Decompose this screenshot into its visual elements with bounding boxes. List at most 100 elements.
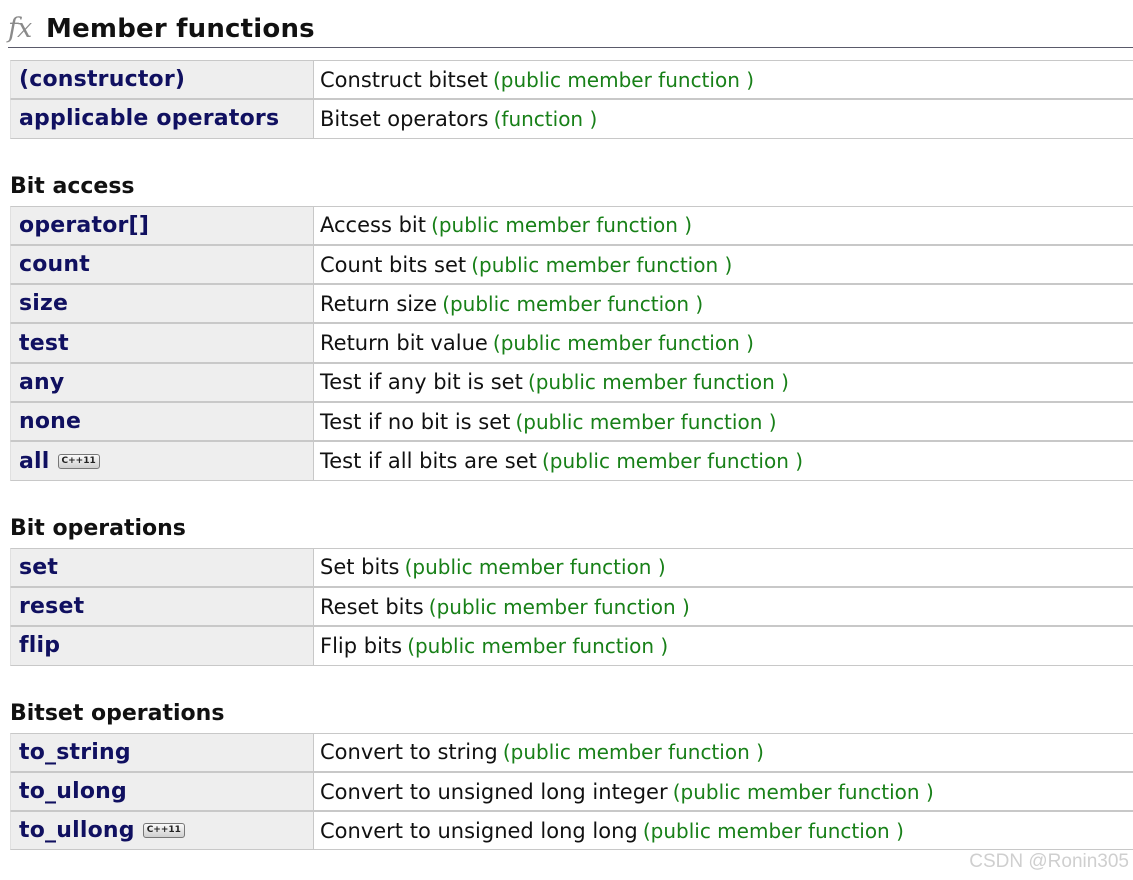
table-row: to_ullong C++11 Convert to unsigned long l… bbox=[10, 811, 1133, 851]
member-name-cell: test bbox=[10, 323, 313, 363]
member-name-cell: size bbox=[10, 284, 313, 324]
member-link[interactable]: to_ullong bbox=[19, 818, 135, 843]
member-functions-page: fx Member functions (constructor) Constru… bbox=[8, 0, 1133, 851]
member-link[interactable]: flip bbox=[19, 633, 60, 658]
member-description-cell: Convert to unsigned long integer (public… bbox=[314, 771, 1133, 812]
member-name-cell: set bbox=[10, 547, 313, 587]
member-name-cell: count bbox=[10, 244, 313, 285]
member-description: Bitset operators bbox=[320, 106, 489, 131]
member-name-cell: none bbox=[10, 402, 313, 442]
member-description-cell: Flip bits (public member function ) bbox=[314, 626, 1133, 666]
member-link[interactable]: count bbox=[19, 252, 90, 277]
members-table: set Set bits (public member function ) res… bbox=[10, 547, 1133, 666]
member-description-cell: Construct bitset (public member function… bbox=[314, 60, 1133, 100]
member-description-cell: Return size (public member function ) bbox=[314, 284, 1133, 324]
member-name-cell: (constructor) bbox=[10, 60, 313, 100]
member-kind: (function ) bbox=[493, 106, 598, 131]
members-table: to_string Convert to string (public membe… bbox=[10, 732, 1133, 851]
member-description: Test if no bit is set bbox=[320, 409, 511, 434]
members-table: (constructor) Construct bitset (public me… bbox=[10, 60, 1133, 139]
member-link[interactable]: all bbox=[19, 449, 50, 474]
section-title: Bit access bbox=[10, 173, 135, 199]
member-name-cell: to_ulong bbox=[10, 771, 313, 812]
member-link[interactable]: applicable operators bbox=[19, 106, 279, 131]
member-kind: (public member function ) bbox=[428, 594, 690, 619]
member-description: Construct bitset bbox=[320, 67, 488, 92]
cpp11-badge-icon: C++11 bbox=[142, 823, 185, 839]
member-name-cell: operator[] bbox=[10, 205, 313, 245]
member-kind: (public member function ) bbox=[471, 252, 733, 277]
member-description: Return bit value bbox=[320, 331, 488, 356]
member-description-cell: Return bit value (public member function… bbox=[314, 323, 1133, 363]
table-row: flip Flip bits (public member function ) bbox=[10, 626, 1133, 666]
member-kind: (public member function ) bbox=[404, 555, 666, 580]
member-description: Convert to string bbox=[320, 740, 498, 765]
member-link[interactable]: to_string bbox=[19, 740, 131, 765]
page-title: Member functions bbox=[46, 14, 315, 44]
member-description: Test if any bit is set bbox=[320, 370, 523, 395]
member-description-cell: Set bits (public member function ) bbox=[314, 547, 1133, 587]
member-description: Return size bbox=[320, 291, 438, 316]
member-link[interactable]: to_ulong bbox=[19, 779, 127, 804]
section-title: Bit operations bbox=[10, 515, 186, 541]
member-link[interactable]: none bbox=[19, 409, 81, 434]
member-kind: (public member function ) bbox=[431, 213, 693, 238]
member-name-cell: any bbox=[10, 362, 313, 403]
member-description-cell: Test if any bit is set (public member fu… bbox=[314, 362, 1133, 403]
member-kind: (public member function ) bbox=[527, 370, 789, 395]
section-2: Bit operations set Set bits (public member… bbox=[10, 515, 1133, 666]
section-title: Bitset operations bbox=[10, 700, 225, 726]
section-0: (constructor) Construct bitset (public me… bbox=[10, 60, 1133, 139]
member-description: Access bit bbox=[320, 213, 426, 238]
member-kind: (public member function ) bbox=[541, 449, 804, 474]
member-kind: (public member function ) bbox=[442, 291, 704, 316]
member-link[interactable]: operator[] bbox=[19, 213, 149, 238]
member-link[interactable]: test bbox=[19, 331, 69, 356]
sections-container: (constructor) Construct bitset (public me… bbox=[10, 60, 1133, 851]
member-description: Count bits set bbox=[320, 252, 467, 277]
member-name-cell: all C++11 bbox=[10, 441, 313, 481]
member-description: Convert to unsigned long long bbox=[320, 818, 638, 843]
table-row: set Set bits (public member function ) bbox=[10, 547, 1133, 587]
member-link[interactable]: set bbox=[19, 555, 58, 580]
member-kind: (public member function ) bbox=[492, 331, 754, 356]
member-description-cell: Test if all bits are set (public member … bbox=[314, 441, 1133, 481]
table-row: count Count bits set (public member funct… bbox=[10, 244, 1133, 285]
table-row: none Test if no bit is set (public member… bbox=[10, 402, 1133, 442]
member-link[interactable]: (constructor) bbox=[19, 67, 185, 92]
member-functions-heading: fx Member functions bbox=[8, 0, 1133, 48]
member-name-cell: applicable operators bbox=[10, 99, 313, 139]
table-row: size Return size (public member function … bbox=[10, 284, 1133, 324]
member-description: Convert to unsigned long integer bbox=[320, 779, 668, 804]
member-link[interactable]: size bbox=[19, 291, 68, 316]
member-kind: (public member function ) bbox=[502, 740, 764, 765]
member-description-cell: Reset bits (public member function ) bbox=[314, 586, 1133, 627]
member-description-cell: Convert to string (public member functio… bbox=[314, 732, 1133, 772]
member-description: Set bits bbox=[320, 555, 400, 580]
table-row: (constructor) Construct bitset (public me… bbox=[10, 60, 1133, 100]
member-description: Flip bits bbox=[320, 633, 403, 658]
cpp11-badge-icon: C++11 bbox=[57, 453, 100, 469]
table-row: applicable operators Bitset operators (fu… bbox=[10, 99, 1133, 139]
table-row: reset Reset bits (public member function … bbox=[10, 586, 1133, 627]
member-kind: (public member function ) bbox=[642, 818, 904, 843]
table-row: all C++11 Test if all bits are set (public… bbox=[10, 441, 1133, 481]
member-link[interactable]: any bbox=[19, 370, 64, 395]
table-row: test Return bit value (public member func… bbox=[10, 323, 1133, 363]
table-row: to_string Convert to string (public membe… bbox=[10, 732, 1133, 772]
function-icon: fx bbox=[8, 13, 32, 44]
member-link[interactable]: reset bbox=[19, 594, 84, 619]
member-description-cell: Convert to unsigned long long (public me… bbox=[314, 811, 1133, 851]
member-name-cell: reset bbox=[10, 586, 313, 627]
member-kind: (public member function ) bbox=[407, 633, 669, 658]
member-name-cell: to_ullong C++11 bbox=[10, 811, 313, 851]
member-description: Reset bits bbox=[320, 594, 424, 619]
member-name-cell: flip bbox=[10, 626, 313, 666]
table-row: to_ulong Convert to unsigned long integer… bbox=[10, 771, 1133, 812]
member-description-cell: Bitset operators (function ) bbox=[314, 99, 1133, 139]
member-kind: (public member function ) bbox=[492, 67, 755, 92]
member-description-cell: Access bit (public member function ) bbox=[314, 205, 1133, 245]
section-1: Bit access operator[] Access bit (public m… bbox=[10, 173, 1133, 481]
member-kind: (public member function ) bbox=[672, 779, 934, 804]
watermark: CSDN @Ronin305 bbox=[969, 851, 1129, 872]
